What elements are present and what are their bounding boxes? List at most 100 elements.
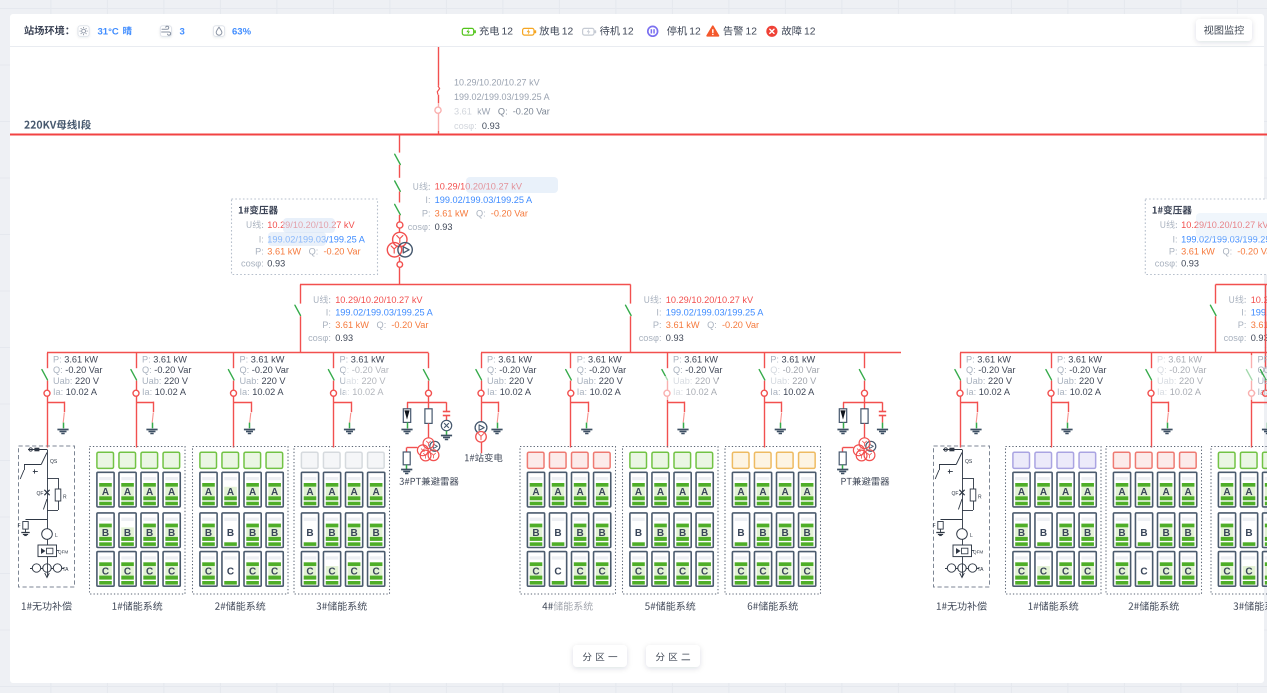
svg-text:cosφ:: cosφ:: [241, 258, 264, 268]
svg-text:0.93: 0.93: [335, 333, 353, 343]
svg-text:P:: P:: [322, 320, 331, 330]
svg-text:B: B: [1245, 528, 1252, 539]
svg-text:QF: QF: [952, 491, 959, 497]
svg-text:A: A: [227, 487, 234, 498]
svg-text:QS: QS: [965, 459, 973, 465]
svg-text:0.93: 0.93: [666, 333, 684, 343]
svg-text:Q: -0.20 Var: Q: -0.20 Var: [966, 365, 1015, 375]
svg-text:A: A: [1245, 487, 1252, 498]
svg-text:199.02/199.03/199.25 A: 199.02/199.03/199.25 A: [435, 195, 533, 205]
svg-text:B: B: [168, 528, 175, 539]
svg-text:C: C: [679, 567, 686, 578]
svg-text:A: A: [168, 487, 175, 498]
svg-text:R: R: [978, 495, 982, 501]
svg-text:Ia: 10.02 A: Ia: 10.02 A: [1264, 387, 1267, 397]
svg-text:B: B: [737, 528, 744, 539]
svg-text:10.29/10.20/10.27 kV: 10.29/10.20/10.27 kV: [335, 295, 423, 305]
svg-text:A: A: [306, 487, 313, 498]
svg-text:A: A: [350, 487, 357, 498]
svg-text:F: F: [18, 524, 21, 530]
svg-text:C: C: [124, 567, 131, 578]
svg-text:199.02/199.03/199.25 A: 199.02/199.03/199.25 A: [666, 308, 764, 318]
svg-text:Uab: 220 V: Uab: 220 V: [1057, 376, 1104, 386]
svg-text:C: C: [599, 567, 606, 578]
svg-text:A: A: [1040, 487, 1047, 498]
svg-text:10.29/10.20/10.27 kV: 10.29/10.20/10.27 kV: [666, 295, 754, 305]
svg-text:C: C: [635, 567, 642, 578]
svg-text:C: C: [554, 567, 561, 578]
svg-text:C: C: [102, 567, 109, 578]
svg-text:12: 12: [622, 27, 634, 38]
svg-text:C: C: [227, 567, 234, 578]
svg-text:A: A: [737, 487, 744, 498]
svg-text:12: 12: [746, 27, 758, 38]
svg-text:I:: I:: [1241, 308, 1246, 318]
svg-text:199.02/199.03/199.25 A: 199.02/199.03/199.25 A: [1251, 308, 1267, 318]
svg-text:3.61 kW Q: -0.20 Var: 3.61 kW Q: -0.20 Var: [335, 320, 428, 330]
svg-text:P:: P:: [422, 209, 431, 219]
svg-text:3.61 kW Q: -0.20 Var: 3.61 kW Q: -0.20 Var: [1181, 247, 1267, 257]
svg-text:QFM: QFM: [58, 550, 68, 555]
svg-text:C: C: [1223, 567, 1230, 578]
svg-text:Ia: 10.02 A: Ia: 10.02 A: [142, 387, 187, 397]
svg-text:B: B: [781, 528, 788, 539]
svg-text:B: B: [328, 528, 335, 539]
svg-text:A: A: [635, 487, 642, 498]
svg-text:A: A: [1185, 487, 1192, 498]
svg-text:P: 3.61 kW: P: 3.61 kW: [673, 354, 718, 364]
svg-text:I:: I:: [326, 308, 331, 318]
svg-text:cosφ:: cosφ:: [408, 222, 431, 232]
svg-text:C: C: [271, 567, 278, 578]
svg-text:Q: -0.20 Var: Q: -0.20 Var: [1057, 365, 1106, 375]
svg-text:C: C: [373, 567, 380, 578]
svg-text:Uab: 220 V: Uab: 220 V: [966, 376, 1013, 386]
svg-text:P: 3.61 kW: P: 3.61 kW: [770, 354, 815, 364]
svg-text:Ia: 10.02 A: Ia: 10.02 A: [770, 387, 815, 397]
svg-text:Uab: 220 V: Uab: 220 V: [240, 376, 287, 386]
svg-text:B: B: [1140, 528, 1147, 539]
svg-text:B: B: [679, 528, 686, 539]
svg-text:A: A: [554, 487, 561, 498]
svg-text:I:: I:: [1172, 234, 1177, 244]
svg-text:A: A: [1084, 487, 1091, 498]
svg-text:10.29/10.20/10.27 kV: 10.29/10.20/10.27 kV: [454, 77, 540, 87]
svg-text:C: C: [1162, 567, 1169, 578]
svg-text:F: F: [933, 524, 936, 530]
svg-text:P: 3.61 kW: P: 3.61 kW: [577, 354, 622, 364]
svg-text:199.02/199.03/199.25 A: 199.02/199.03/199.25 A: [335, 308, 433, 318]
svg-text:QS: QS: [50, 459, 58, 465]
svg-text:B: B: [804, 528, 811, 539]
svg-text:A: A: [804, 487, 811, 498]
svg-text:QF: QF: [37, 491, 44, 497]
svg-text:Ia: 10.02 A: Ia: 10.02 A: [53, 387, 98, 397]
svg-text:A: A: [1223, 487, 1230, 498]
svg-text:P:: P:: [255, 247, 264, 257]
svg-text:Q: -0.20 Var: Q: -0.20 Var: [53, 365, 102, 375]
svg-text:C: C: [532, 567, 539, 578]
svg-text:A: A: [1140, 487, 1147, 498]
svg-text:C: C: [759, 567, 766, 578]
svg-text:C: C: [168, 567, 175, 578]
svg-text:B: B: [227, 528, 234, 539]
svg-text:Ia: 10.02 A: Ia: 10.02 A: [1057, 387, 1102, 397]
svg-text:L: L: [970, 533, 973, 539]
svg-text:C: C: [205, 567, 212, 578]
svg-text:A: A: [532, 487, 539, 498]
svg-text:A: A: [1162, 487, 1169, 498]
svg-text:C: C: [576, 567, 583, 578]
svg-text:C: C: [1185, 567, 1192, 578]
svg-text:C: C: [781, 567, 788, 578]
svg-text:C: C: [1018, 567, 1025, 578]
svg-text:B: B: [657, 528, 664, 539]
svg-text:C: C: [737, 567, 744, 578]
svg-text:I:: I:: [425, 195, 430, 205]
svg-text:B: B: [205, 528, 212, 539]
svg-text:cosφ:: cosφ:: [308, 333, 331, 343]
svg-text:A: A: [1018, 487, 1025, 498]
svg-text:P: 3.61 kW: P: 3.61 kW: [340, 354, 385, 364]
svg-text:B: B: [1018, 528, 1025, 539]
svg-text:B: B: [1118, 528, 1125, 539]
svg-text:C: C: [657, 567, 664, 578]
svg-text:P: 3.61 kW: P: 3.61 kW: [1057, 354, 1102, 364]
svg-text:R: R: [63, 495, 67, 501]
